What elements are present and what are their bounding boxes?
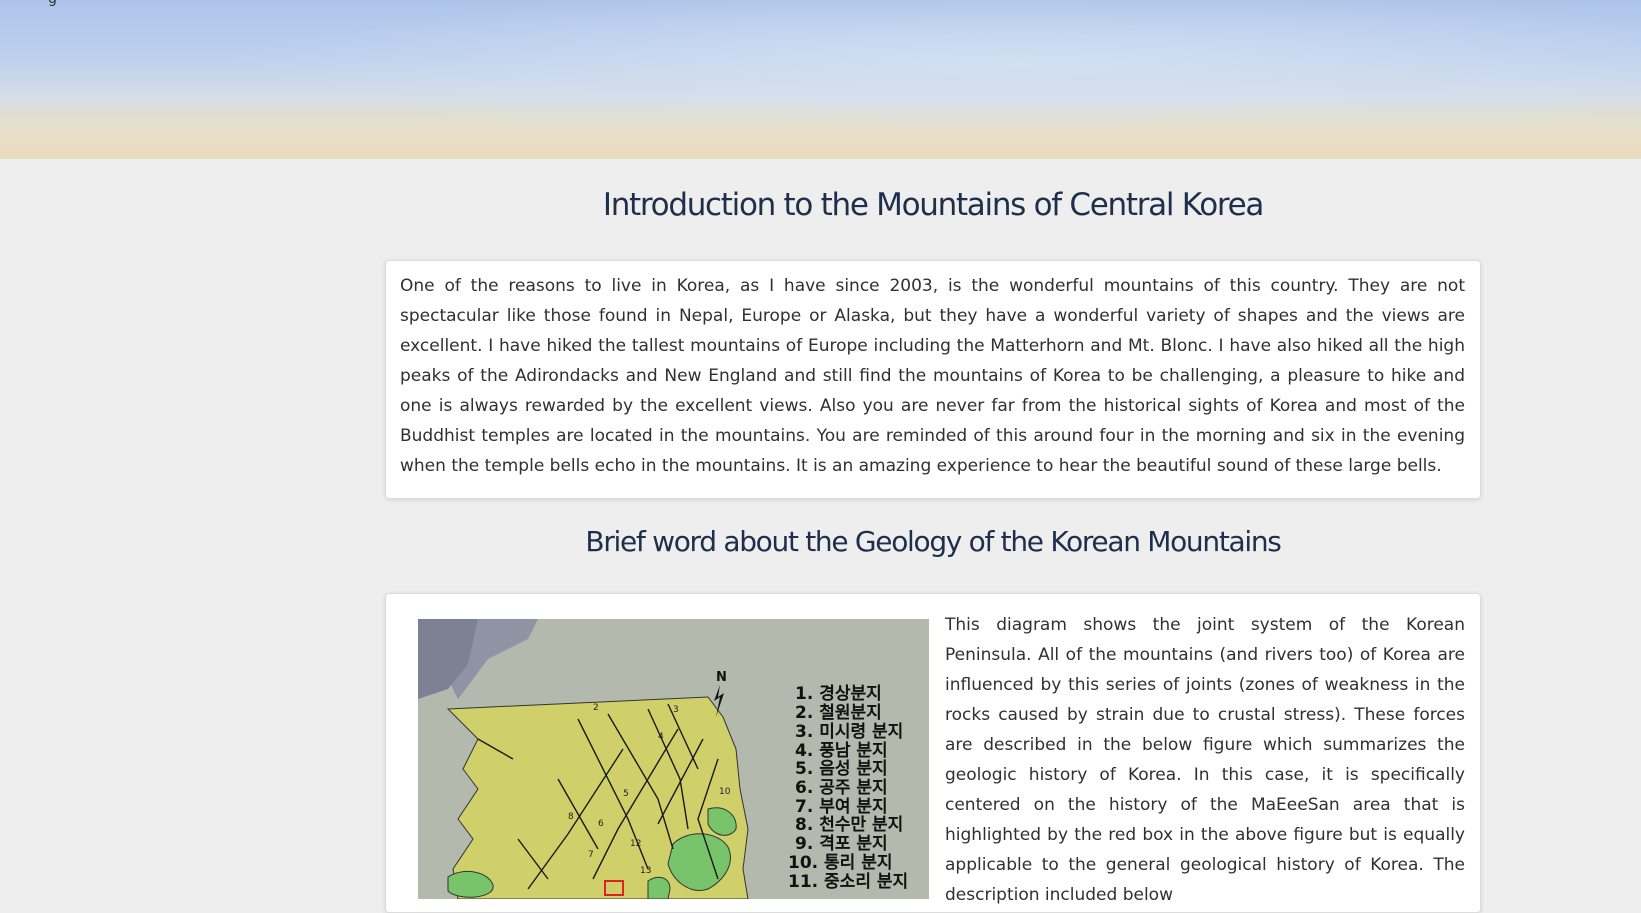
legend-item: 1. 경상분지 bbox=[795, 684, 882, 704]
page-title: Introduction to the Mountains of Central… bbox=[602, 187, 1265, 223]
geology-text: This diagram shows the joint system of t… bbox=[945, 610, 1465, 910]
svg-text:N: N bbox=[716, 670, 727, 685]
hero-horizon-haze bbox=[0, 99, 1641, 159]
geology-section-title: Brief word about the Geology of the Kore… bbox=[585, 525, 1281, 558]
legend-item: 11. 중소리 분지 bbox=[788, 872, 908, 892]
map-number: 10 bbox=[719, 787, 731, 797]
legend-item: 5. 음성 분지 bbox=[795, 759, 888, 779]
map-number: 6 bbox=[598, 819, 604, 829]
geology-paragraph: This diagram shows the joint system of t… bbox=[945, 615, 1465, 905]
geology-card: 2 3 4 5 6 7 8 10 12 13 N 1. 경상분지 2. 철원분지… bbox=[385, 593, 1481, 913]
legend-item: 4. 풍남 분지 bbox=[795, 741, 888, 761]
map-number: 7 bbox=[588, 850, 594, 860]
map-basin bbox=[647, 876, 671, 899]
map-number: 8 bbox=[568, 812, 574, 822]
legend-item: 3. 미시령 분지 bbox=[795, 721, 903, 742]
legend-item: 8. 천수만 분지 bbox=[795, 815, 903, 835]
legend-item: 9. 격포 분지 bbox=[795, 834, 888, 854]
map-number: 5 bbox=[623, 789, 629, 799]
map-number: 3 bbox=[673, 705, 679, 715]
intro-paragraph: One of the reasons to live in Korea, as … bbox=[400, 276, 1465, 476]
hero-corner-text: g bbox=[48, 0, 57, 7]
map-number: 12 bbox=[630, 839, 641, 849]
legend-item: 7. 부여 분지 bbox=[795, 797, 888, 817]
legend-item: 2. 철원분지 bbox=[795, 703, 882, 723]
legend-item: 6. 공주 분지 bbox=[795, 778, 888, 798]
map-number: 2 bbox=[593, 703, 599, 713]
joint-system-map: 2 3 4 5 6 7 8 10 12 13 N 1. 경상분지 2. 철원분지… bbox=[418, 619, 929, 899]
intro-card: One of the reasons to live in Korea, as … bbox=[385, 260, 1481, 499]
map-number: 13 bbox=[640, 866, 651, 876]
hero-banner: g bbox=[0, 0, 1641, 159]
map-number: 4 bbox=[658, 732, 664, 742]
legend-item: 10. 통리 분지 bbox=[788, 853, 893, 873]
joint-system-map-image: 2 3 4 5 6 7 8 10 12 13 N 1. 경상분지 2. 철원분지… bbox=[418, 619, 929, 899]
